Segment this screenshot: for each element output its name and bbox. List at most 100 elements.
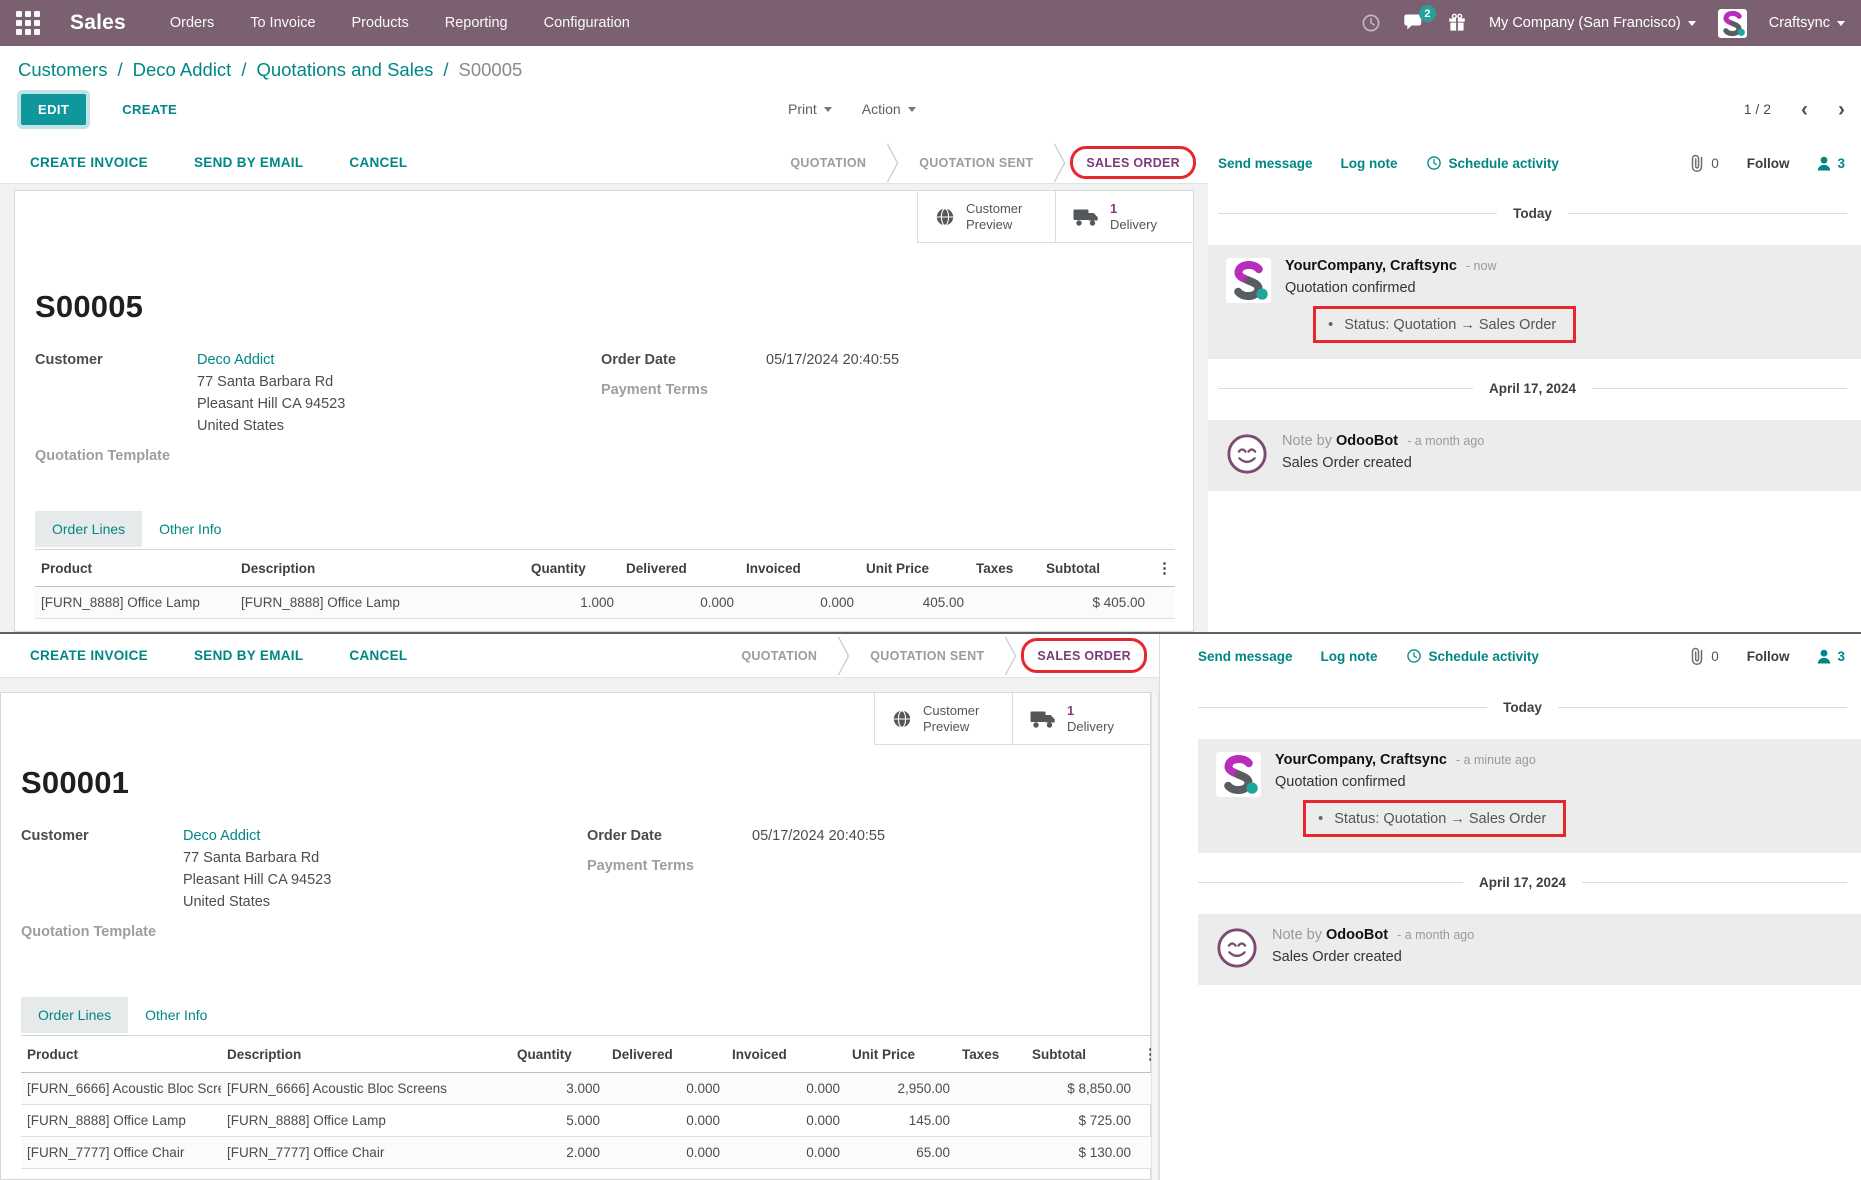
status-step-quotation[interactable]: QUOTATION <box>721 634 837 677</box>
optional-columns-icon[interactable]: ⋮ <box>1151 550 1175 587</box>
table-row[interactable]: [FURN_7777] Office Chair [FURN_7777] Off… <box>21 1137 1159 1169</box>
center-actions: Print Action <box>788 101 916 117</box>
col-taxes: Taxes <box>970 550 1040 587</box>
schedule-activity-button[interactable]: Schedule activity <box>1426 155 1559 171</box>
tracking-text: Status: Quotation → Sales Order <box>1344 317 1556 333</box>
followers-button[interactable]: 3 <box>1817 649 1845 664</box>
paperclip-icon <box>1689 153 1705 173</box>
messages-icon[interactable]: 2 <box>1403 13 1425 33</box>
table-row[interactable]: [FURN_6666] Acoustic Bloc Screens [FURN_… <box>21 1073 1159 1105</box>
status-pipeline: QUOTATION QUOTATION SENT SALES ORDER <box>721 634 1159 677</box>
delivery-count: 1 <box>1067 703 1114 719</box>
truck-icon <box>1030 709 1056 729</box>
send-message-button[interactable]: Send message <box>1198 649 1293 664</box>
status-step-quotation-sent[interactable]: QUOTATION SENT <box>899 142 1053 183</box>
status-step-sales-order[interactable]: SALES ORDER <box>1066 142 1200 183</box>
order-date-value: 05/17/2024 20:40:55 <box>766 349 899 371</box>
user-menu[interactable]: Craftsync <box>1769 15 1845 31</box>
message-time: - a month ago <box>1397 928 1474 942</box>
attachments-button[interactable]: 0 <box>1689 646 1719 666</box>
globe-icon <box>935 207 955 227</box>
create-invoice-button[interactable]: CREATE INVOICE <box>30 648 148 663</box>
statusbar: CREATE INVOICE SEND BY EMAIL CANCEL QUOT… <box>0 634 1159 678</box>
odoobot-avatar <box>1216 927 1258 969</box>
follow-button[interactable]: Follow <box>1747 156 1790 171</box>
col-subtotal: Subtotal <box>1040 550 1151 587</box>
status-step-quotation-sent[interactable]: QUOTATION SENT <box>850 634 1004 677</box>
date-divider-today: Today <box>1198 700 1847 715</box>
truck-icon <box>1073 207 1099 227</box>
address-line: United States <box>197 415 284 437</box>
form-area: CREATE INVOICE SEND BY EMAIL CANCEL QUOT… <box>0 142 1208 632</box>
follow-button[interactable]: Follow <box>1747 649 1790 664</box>
tab-order-lines[interactable]: Order Lines <box>21 997 128 1033</box>
col-product: Product <box>21 1036 221 1073</box>
menu-configuration[interactable]: Configuration <box>544 15 630 31</box>
send-by-email-button[interactable]: SEND BY EMAIL <box>194 648 303 663</box>
menu-orders[interactable]: Orders <box>170 15 214 31</box>
user-avatar[interactable] <box>1718 9 1747 38</box>
globe-icon <box>892 709 912 729</box>
col-unit-price: Unit Price <box>846 1036 956 1073</box>
payment-terms-label: Payment Terms <box>587 855 752 877</box>
activities-clock-icon[interactable] <box>1361 13 1381 33</box>
status-step-sales-order[interactable]: SALES ORDER <box>1017 634 1151 677</box>
menu-products[interactable]: Products <box>352 15 409 31</box>
col-invoiced: Invoiced <box>726 1036 846 1073</box>
customer-link[interactable]: Deco Addict <box>183 825 260 847</box>
chatter-header: Send message Log note Schedule activity … <box>1208 142 1861 184</box>
top-navbar: Sales Orders To Invoice Products Reporti… <box>0 0 1861 46</box>
message-sales-order-created: Note by OdooBot - a month ago Sales Orde… <box>1198 914 1861 985</box>
gift-icon[interactable] <box>1447 13 1467 33</box>
edit-button[interactable]: EDIT <box>21 94 86 125</box>
send-by-email-button[interactable]: SEND BY EMAIL <box>194 155 303 170</box>
status-step-quotation[interactable]: QUOTATION <box>770 142 886 183</box>
menu-to-invoice[interactable]: To Invoice <box>250 15 315 31</box>
delivery-button[interactable]: 1 Delivery <box>1012 693 1150 745</box>
pager-previous-icon[interactable]: ‹ <box>1801 99 1808 120</box>
chevron-separator-icon <box>837 636 850 676</box>
tab-other-info[interactable]: Other Info <box>142 511 238 547</box>
action-dropdown[interactable]: Action <box>862 101 916 117</box>
breadcrumb-quotations[interactable]: Quotations and Sales <box>256 59 433 80</box>
tracking-text: Status: Quotation → Sales Order <box>1334 811 1546 827</box>
schedule-activity-button[interactable]: Schedule activity <box>1406 648 1539 664</box>
scrollbar[interactable] <box>1151 692 1159 1180</box>
address-line: Pleasant Hill CA 94523 <box>183 869 331 891</box>
customer-link[interactable]: Deco Addict <box>197 349 274 371</box>
order-date-value: 05/17/2024 20:40:55 <box>752 825 885 847</box>
log-note-button[interactable]: Log note <box>1321 649 1378 664</box>
customer-preview-button[interactable]: Customer Preview <box>917 191 1055 243</box>
attachments-button[interactable]: 0 <box>1689 153 1719 173</box>
cancel-button[interactable]: CANCEL <box>349 648 407 663</box>
create-button[interactable]: CREATE <box>116 101 183 118</box>
log-note-button[interactable]: Log note <box>1341 156 1398 171</box>
date-divider-april: April 17, 2024 <box>1218 381 1847 396</box>
breadcrumb-customers[interactable]: Customers <box>18 59 107 80</box>
breadcrumb-deco-addict[interactable]: Deco Addict <box>133 59 232 80</box>
cancel-button[interactable]: CANCEL <box>349 155 407 170</box>
col-invoiced: Invoiced <box>740 550 860 587</box>
create-invoice-button[interactable]: CREATE INVOICE <box>30 155 148 170</box>
messages-count-badge: 2 <box>1419 5 1436 22</box>
message-time: - now <box>1466 259 1497 273</box>
col-quantity: Quantity <box>525 550 620 587</box>
clock-icon <box>1406 648 1422 664</box>
pager-next-icon[interactable]: › <box>1838 99 1845 120</box>
tab-other-info[interactable]: Other Info <box>128 997 224 1033</box>
table-row[interactable]: [FURN_8888] Office Lamp [FURN_8888] Offi… <box>35 587 1175 619</box>
followers-button[interactable]: 3 <box>1817 156 1845 171</box>
company-switcher[interactable]: My Company (San Francisco) <box>1489 15 1696 31</box>
tab-order-lines[interactable]: Order Lines <box>35 511 142 547</box>
table-row[interactable]: [FURN_8888] Office Lamp [FURN_8888] Offi… <box>21 1105 1159 1137</box>
print-dropdown[interactable]: Print <box>788 101 832 117</box>
menu-reporting[interactable]: Reporting <box>445 15 508 31</box>
customer-preview-button[interactable]: Customer Preview <box>874 693 1012 745</box>
app-name[interactable]: Sales <box>70 11 126 35</box>
chevron-separator-icon <box>886 143 899 183</box>
send-message-button[interactable]: Send message <box>1218 156 1313 171</box>
apps-grid-icon[interactable] <box>16 11 40 35</box>
person-icon <box>1817 649 1831 664</box>
delivery-button[interactable]: 1 Delivery <box>1055 191 1193 243</box>
pager-value[interactable]: 1 / 2 <box>1744 101 1771 117</box>
